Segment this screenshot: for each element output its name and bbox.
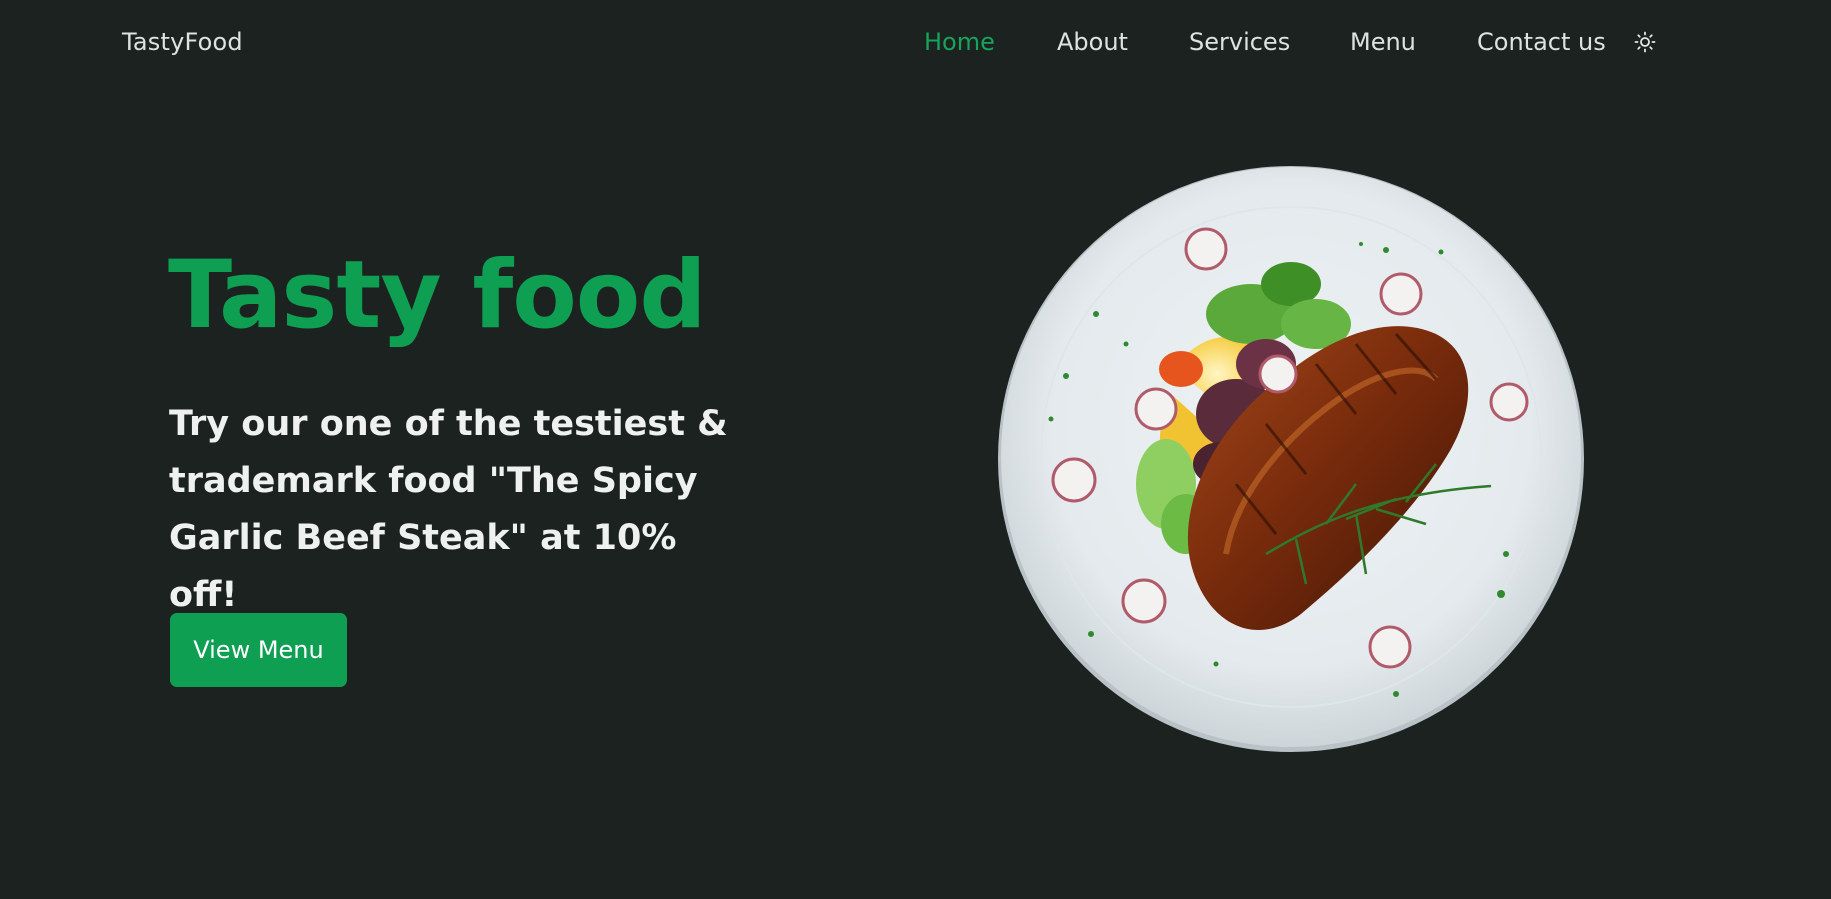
nav-item-services[interactable]: Services xyxy=(1189,28,1290,56)
site-logo[interactable]: TastyFood xyxy=(122,28,243,56)
nav-item-about[interactable]: About xyxy=(1057,28,1128,56)
view-menu-button[interactable]: View Menu xyxy=(170,613,347,687)
site-header: TastyFood Home About Services Menu Conta… xyxy=(0,0,1831,86)
hero-title: Tasty food xyxy=(168,241,707,350)
nav-item-home[interactable]: Home xyxy=(924,28,995,56)
plate-steak-image xyxy=(996,164,1586,754)
hero-subtitle: Try our one of the testiest & trademark … xyxy=(169,404,728,615)
sun-icon[interactable] xyxy=(1633,30,1657,54)
nav-item-menu[interactable]: Menu xyxy=(1350,28,1416,56)
nav-item-contact[interactable]: Contact us xyxy=(1477,28,1606,56)
